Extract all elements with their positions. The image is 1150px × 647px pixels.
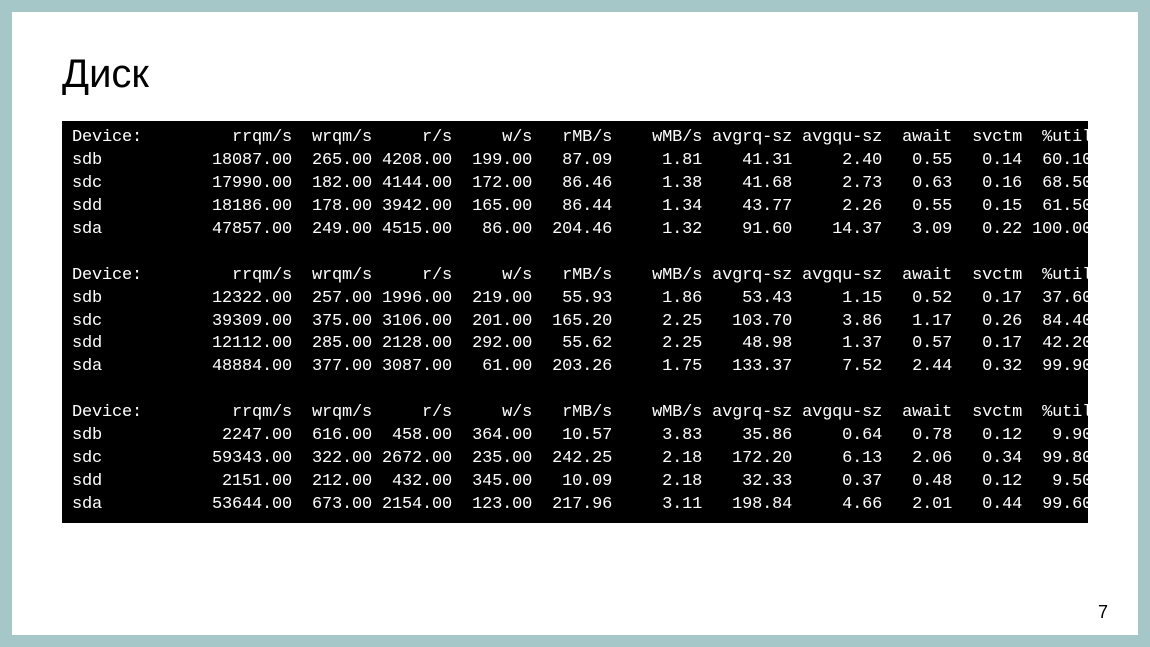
iostat-terminal: Device: rrqm/s wrqm/s r/s w/s rMB/s wMB/… xyxy=(62,121,1088,523)
page-number: 7 xyxy=(1098,602,1108,623)
slide: Диск Device: rrqm/s wrqm/s r/s w/s rMB/s… xyxy=(12,12,1138,635)
slide-title: Диск xyxy=(62,52,1088,97)
